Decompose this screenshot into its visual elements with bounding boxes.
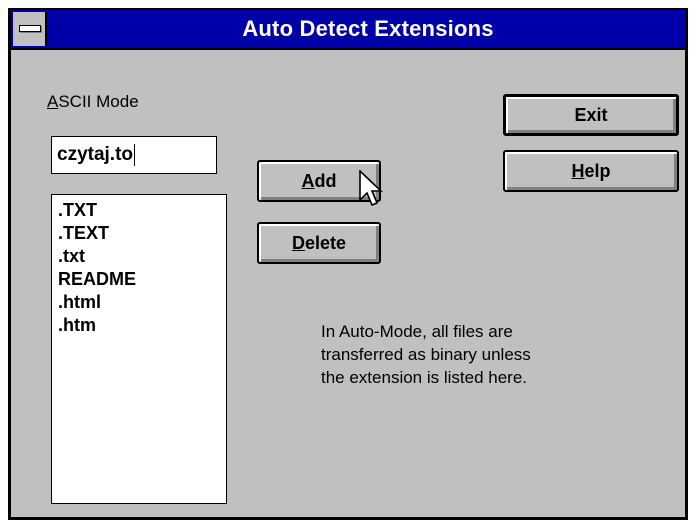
exit-label: Exit (574, 105, 608, 125)
ascii-mode-label-rest: SCII Mode (58, 92, 139, 111)
info-text: In Auto-Mode, all files are transferred … (321, 320, 621, 389)
list-item[interactable]: .txt (58, 245, 226, 268)
ascii-mode-mnemonic: A (47, 92, 59, 111)
delete-mnemonic: D (291, 233, 305, 253)
info-line-2: transferred as binary unless (321, 345, 531, 364)
dialog-window: Auto Detect Extensions ASCII Mode czytaj… (8, 8, 688, 520)
extension-input[interactable]: czytaj.to (51, 136, 217, 174)
extension-input-value: czytaj.to (57, 144, 134, 165)
delete-button[interactable]: Delete (257, 222, 381, 264)
ascii-mode-label: ASCII Mode (47, 92, 139, 112)
list-item[interactable]: .TXT (58, 199, 226, 222)
list-item[interactable]: .TEXT (58, 222, 226, 245)
extensions-listbox[interactable]: .TXT .TEXT .txt README .html .htm (51, 194, 227, 504)
help-label-rest: elp (584, 161, 611, 181)
window-title: Auto Detect Extensions (242, 16, 494, 41)
system-menu-bar (19, 25, 41, 32)
exit-button[interactable]: Exit (503, 94, 679, 136)
title-bar[interactable]: Auto Detect Extensions (11, 10, 685, 50)
list-item[interactable]: .html (58, 291, 226, 314)
text-caret (134, 143, 136, 166)
help-button[interactable]: Help (503, 150, 679, 192)
add-label-rest: dd (314, 171, 337, 191)
list-item[interactable]: README (58, 268, 226, 291)
info-line-1: In Auto-Mode, all files are (321, 322, 513, 341)
info-line-3: the extension is listed here. (321, 368, 528, 387)
help-mnemonic: H (571, 161, 585, 181)
list-item[interactable]: .htm (58, 314, 226, 337)
mouse-pointer-icon (359, 170, 383, 207)
delete-label-rest: elete (304, 233, 347, 253)
add-mnemonic: A (301, 171, 315, 191)
system-menu-icon[interactable] (13, 12, 47, 46)
